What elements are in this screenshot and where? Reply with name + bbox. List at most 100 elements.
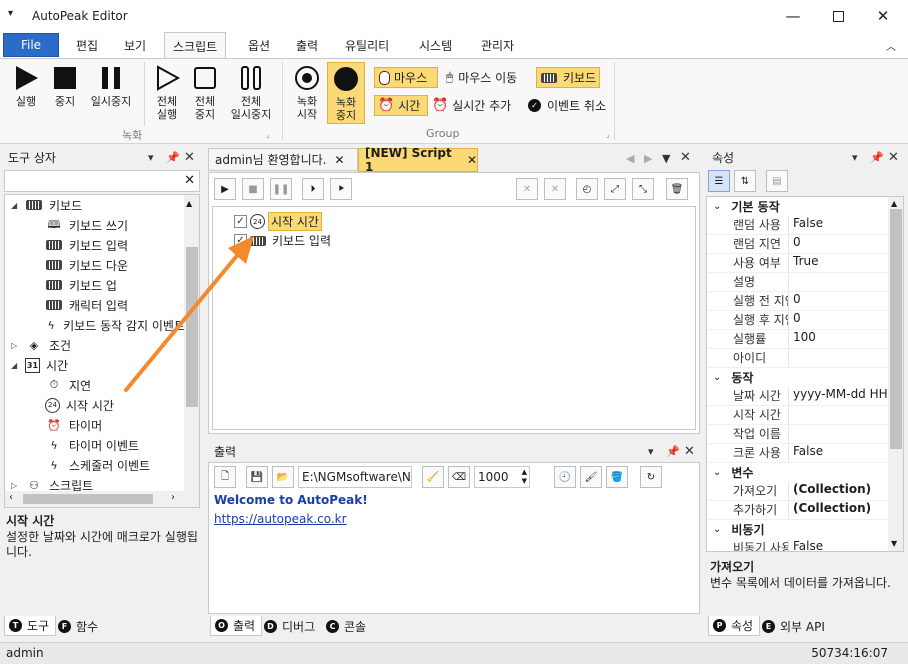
- property-value[interactable]: 0: [789, 292, 889, 310]
- scroll-up-icon[interactable]: ▲: [186, 199, 192, 208]
- keyboard-toggle[interactable]: 키보드: [536, 67, 600, 88]
- open-folder-button[interactable]: 📂: [272, 466, 294, 488]
- close-icon[interactable]: ✕: [184, 150, 195, 165]
- disabled-button[interactable]: ✕: [516, 178, 538, 200]
- step-button[interactable]: ⏵: [302, 178, 324, 200]
- property-row[interactable]: 아이디: [707, 349, 889, 368]
- menu-admin[interactable]: 관리자: [481, 37, 514, 54]
- property-pages-button[interactable]: ▤: [766, 170, 788, 192]
- expand-button[interactable]: ⤢: [604, 178, 626, 200]
- close-icon[interactable]: ✕: [888, 150, 899, 165]
- clear-format-button[interactable]: 🧹: [422, 466, 444, 488]
- run-from-button[interactable]: ⯈: [330, 178, 352, 200]
- mouse-toggle[interactable]: 마우스: [374, 67, 438, 88]
- refresh-button[interactable]: ↻: [640, 466, 662, 488]
- log-path-input[interactable]: E:\NGMsoftware\NG: [298, 466, 412, 488]
- toolbox-search-input[interactable]: ✕: [4, 170, 200, 192]
- run-button[interactable]: 실행: [8, 64, 44, 108]
- alphabetical-button[interactable]: ⇅: [734, 170, 756, 192]
- menu-edit[interactable]: 편집: [76, 37, 98, 54]
- tab-console[interactable]: C 콘솔: [322, 616, 372, 636]
- delete-button[interactable]: 🗑: [666, 178, 688, 200]
- eraser-button[interactable]: ⌫: [448, 466, 470, 488]
- pin-icon[interactable]: 📌: [166, 151, 180, 164]
- record-start-button[interactable]: 녹화 시작: [290, 64, 324, 121]
- close-tab-icon[interactable]: ✕: [334, 153, 344, 167]
- property-row[interactable]: 비동기 사용 False: [707, 539, 889, 551]
- script-item[interactable]: ✓ 24 시작 시간: [234, 212, 322, 231]
- property-row[interactable]: 실행 전 지연0: [707, 292, 889, 311]
- tab-output[interactable]: O 출력: [210, 616, 263, 636]
- menu-options[interactable]: 옵션: [248, 37, 270, 54]
- property-value[interactable]: yyyy-MM-dd HH:: [789, 387, 889, 405]
- property-value[interactable]: 0: [789, 235, 889, 253]
- collapse-ribbon-icon[interactable]: ︿: [886, 38, 896, 53]
- tab-list-icon[interactable]: ▼: [662, 152, 670, 165]
- menu-utility[interactable]: 유틸리티: [345, 37, 389, 54]
- stop-button[interactable]: 중지: [48, 64, 82, 108]
- property-category[interactable]: ⌄ 동작: [707, 368, 889, 387]
- save-log-button[interactable]: 💾: [246, 466, 268, 488]
- clear-search-icon[interactable]: ✕: [184, 173, 195, 188]
- pin-icon[interactable]: 📌: [870, 151, 884, 164]
- property-category[interactable]: ⌄ 비동기: [707, 520, 889, 539]
- new-log-button[interactable]: 🗋: [214, 466, 236, 488]
- property-row[interactable]: 작업 이름: [707, 425, 889, 444]
- mouse-move-toggle[interactable]: 🖱 마우스 이동: [446, 69, 517, 86]
- line-count-stepper[interactable]: 1000 ▲ ▼: [474, 466, 530, 488]
- collapse-chevron-icon[interactable]: ⌄: [713, 524, 721, 535]
- history-button[interactable]: ◴: [576, 178, 598, 200]
- tree-item[interactable]: ϟ 스케줄러 이벤트: [5, 455, 185, 475]
- group-launcher-icon[interactable]: ⌟: [606, 130, 610, 139]
- property-value[interactable]: [789, 273, 889, 291]
- property-row[interactable]: 추가하기 (Collection): [707, 501, 889, 520]
- property-category[interactable]: ⌄ 변수: [707, 463, 889, 482]
- timestamp-button[interactable]: 🕘: [554, 466, 576, 488]
- spin-arrows-icon[interactable]: ▲ ▼: [522, 468, 527, 486]
- tab-properties[interactable]: P 속성: [708, 616, 761, 636]
- property-row[interactable]: 사용 여부 True: [707, 254, 889, 273]
- close-tab-icon[interactable]: ✕: [467, 153, 477, 167]
- close-document-icon[interactable]: ✕: [680, 150, 691, 165]
- property-row[interactable]: 가져오기 (Collection): [707, 482, 889, 501]
- property-value[interactable]: (Collection): [789, 501, 889, 519]
- scroll-left-icon[interactable]: ‹: [9, 492, 13, 503]
- collapse-button[interactable]: ⤡: [632, 178, 654, 200]
- website-link[interactable]: https://autopeak.co.kr: [214, 512, 347, 526]
- close-icon[interactable]: ✕: [684, 444, 695, 459]
- stop-script-button[interactable]: ■: [242, 178, 264, 200]
- pause-button[interactable]: 일시중지: [86, 64, 136, 108]
- tab-functions[interactable]: F 함수: [54, 616, 104, 636]
- property-value[interactable]: [789, 425, 889, 443]
- window-menu-icon[interactable]: ▾: [8, 8, 13, 19]
- tab-debug[interactable]: D 디버그: [260, 616, 321, 636]
- group-launcher-icon[interactable]: ⌟: [266, 130, 270, 139]
- event-cancel-toggle[interactable]: ✓ 이벤트 취소: [528, 97, 606, 114]
- menu-view[interactable]: 보기: [124, 37, 146, 54]
- menu-output[interactable]: 출력: [296, 37, 318, 54]
- toolbox-horizontal-scrollbar[interactable]: ‹ ›: [5, 491, 199, 507]
- property-row[interactable]: 랜덤 지연 0: [707, 235, 889, 254]
- property-row[interactable]: 시작 시간: [707, 406, 889, 425]
- collapse-chevron-icon[interactable]: ⌄: [713, 372, 721, 383]
- checkbox[interactable]: ✓: [234, 215, 247, 228]
- property-row[interactable]: 크론 사용 False: [707, 444, 889, 463]
- property-value[interactable]: False: [789, 216, 889, 234]
- dropdown-icon[interactable]: ▾: [852, 151, 858, 164]
- hscrollbar-thumb[interactable]: [23, 494, 153, 504]
- scroll-down-icon[interactable]: ▼: [891, 539, 897, 548]
- scroll-up-icon[interactable]: ▲: [891, 199, 897, 208]
- tab-scroll-left-icon[interactable]: ◀: [626, 152, 634, 165]
- property-row[interactable]: 실행 후 지연0: [707, 311, 889, 330]
- menu-system[interactable]: 시스템: [419, 37, 452, 54]
- collapsed-arrow-icon[interactable]: ▷: [11, 481, 25, 490]
- collapsed-arrow-icon[interactable]: ▷: [11, 341, 25, 350]
- property-value[interactable]: False: [789, 539, 889, 551]
- fill-button[interactable]: 🪣: [606, 466, 628, 488]
- properties-scrollbar[interactable]: ▲ ▼: [888, 197, 903, 551]
- run-all-button[interactable]: 전체 실행: [150, 64, 184, 121]
- pin-icon[interactable]: 📌: [666, 445, 680, 458]
- collapse-chevron-icon[interactable]: ⌄: [713, 467, 721, 478]
- disabled-button[interactable]: ✕: [544, 178, 566, 200]
- tree-item[interactable]: ⏰ 타이머: [5, 415, 185, 435]
